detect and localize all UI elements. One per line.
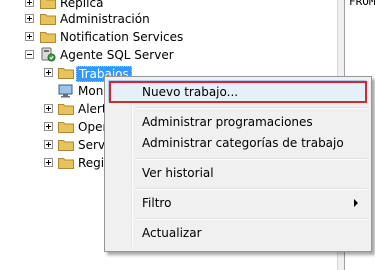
folder-icon [58, 158, 74, 169]
menu-item-administrar-categorias[interactable]: Administrar categorías de trabajo [108, 132, 366, 154]
menu-item-actualizar[interactable]: Actualizar [108, 222, 366, 244]
folder-icon [58, 68, 74, 79]
expand-icon[interactable] [25, 0, 34, 7]
menu-item-filtro[interactable]: Filtro [108, 192, 366, 214]
folder-icon [58, 122, 74, 133]
folder-icon [40, 14, 56, 25]
expand-icon[interactable] [44, 122, 53, 131]
context-menu: Nuevo trabajo... Administrar programacio… [104, 76, 372, 252]
expand-icon[interactable] [44, 68, 53, 77]
folder-icon [58, 140, 74, 151]
expand-icon[interactable] [44, 158, 53, 167]
tree-node-label: Oper [78, 120, 108, 134]
expand-icon[interactable] [44, 104, 53, 113]
menu-item-administrar-programaciones[interactable]: Administrar programaciones [108, 111, 366, 133]
tree-node-label: Notification Services [60, 30, 184, 44]
menu-separator [135, 188, 367, 190]
menu-item-label: Administrar categorías de trabajo [142, 136, 344, 150]
sql-agent-icon [41, 47, 56, 62]
tree-node-label: Administración [60, 12, 150, 26]
tree-node-label: Agente SQL Server [60, 48, 174, 62]
menu-item-label: Actualizar [142, 226, 202, 240]
expand-icon[interactable] [44, 140, 53, 149]
folder-icon [40, 0, 56, 9]
menu-item-nuevo-trabajo[interactable]: Nuevo trabajo... [108, 80, 367, 103]
collapse-icon[interactable] [25, 50, 34, 59]
menu-separator [135, 218, 367, 220]
menu-separator [135, 158, 367, 160]
submenu-arrow-icon [354, 199, 358, 207]
menu-item-label: Filtro [142, 196, 172, 210]
menu-item-label: Ver historial [142, 166, 214, 180]
menu-item-ver-historial[interactable]: Ver historial [108, 162, 366, 184]
monitor-icon [58, 84, 73, 98]
highlight-annotation [109, 81, 367, 103]
folder-icon [40, 32, 56, 43]
query-text: FROM [349, 0, 375, 8]
folder-icon [58, 104, 74, 115]
menu-separator [135, 107, 367, 109]
expand-icon[interactable] [25, 14, 34, 23]
expand-icon[interactable] [25, 32, 34, 41]
tree-node-label: Moni [78, 84, 107, 98]
menu-item-label: Administrar programaciones [142, 115, 313, 129]
